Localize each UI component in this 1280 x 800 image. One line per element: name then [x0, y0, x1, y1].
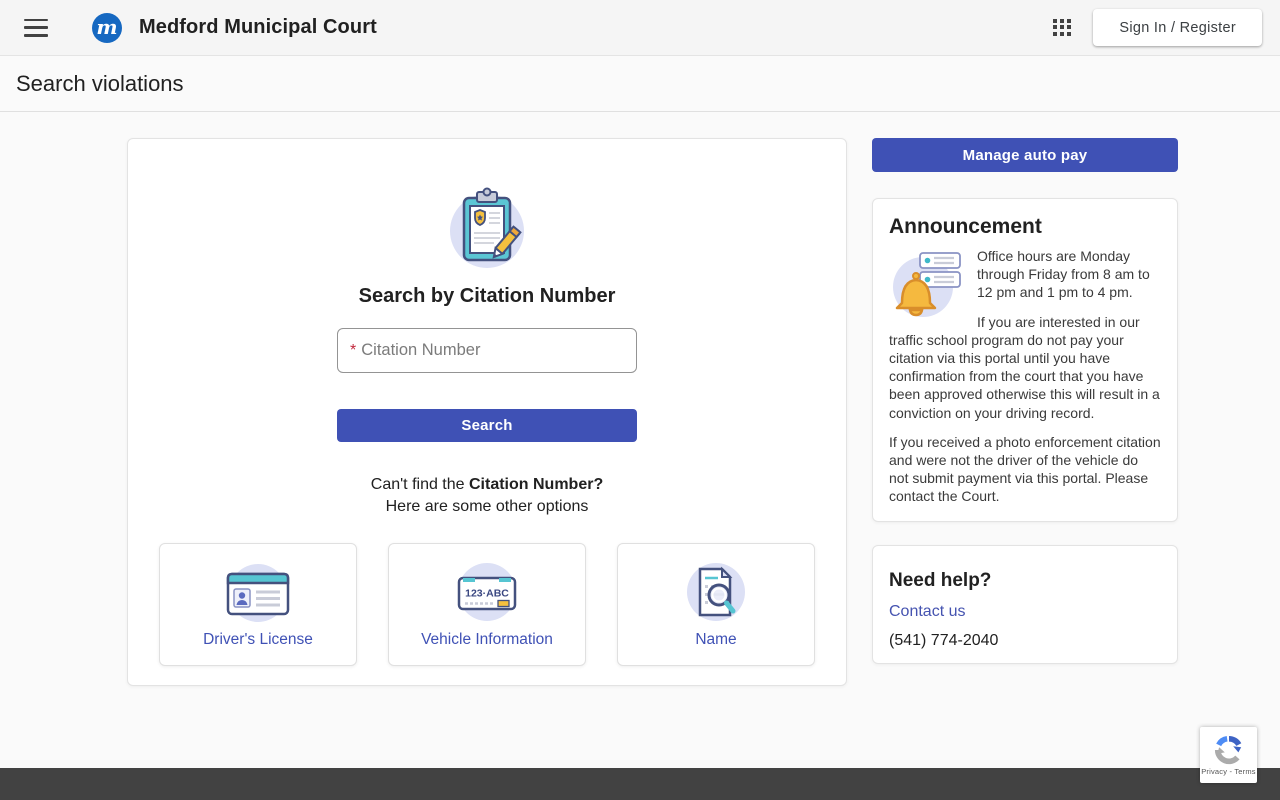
search-options-row: Driver's License 123·ABC Vehicle Informa… [128, 543, 846, 666]
app-root: m Medford Municipal Court Sign In / Regi… [0, 0, 1280, 800]
option-label-name: Name [695, 631, 736, 649]
option-card-name[interactable]: Name [617, 543, 815, 666]
recaptcha-badge[interactable]: Privacy - Terms [1200, 727, 1257, 783]
announcement-bell-icon [889, 249, 963, 319]
option-card-drivers-license[interactable]: Driver's License [159, 543, 357, 666]
recaptcha-privacy-terms[interactable]: Privacy - Terms [1201, 767, 1256, 776]
drivers-license-icon [214, 561, 302, 623]
announcement-card: Announcement [872, 198, 1178, 522]
court-logo: m [92, 13, 122, 43]
option-card-vehicle-information[interactable]: 123·ABC Vehicle Information [388, 543, 586, 666]
announcement-body: Office hours are Monday through Friday f… [889, 247, 1161, 505]
search-card: Search by Citation Number * Search Can't… [127, 138, 847, 686]
hamburger-menu-icon[interactable] [24, 19, 48, 37]
search-button[interactable]: Search [337, 409, 637, 442]
sidebar: Manage auto pay Announcement [872, 138, 1178, 686]
clipboard-citation-icon [439, 181, 535, 273]
svg-text:123·ABC: 123·ABC [465, 587, 509, 599]
page-title: Search violations [16, 71, 184, 97]
citation-number-field[interactable]: * [337, 328, 637, 373]
document-search-icon [672, 561, 760, 623]
hint-line-1: Can't find the Citation Number? [128, 476, 846, 494]
contact-us-link[interactable]: Contact us [889, 603, 965, 621]
need-help-heading: Need help? [889, 570, 1161, 592]
top-bar: m Medford Municipal Court Sign In / Regi… [0, 0, 1280, 56]
apps-grid-icon[interactable] [1053, 19, 1071, 37]
license-plate-icon: 123·ABC [443, 561, 531, 623]
hint-line-2: Here are some other options [128, 498, 846, 516]
required-asterisk: * [350, 342, 356, 360]
page-title-bar: Search violations [0, 56, 1280, 112]
search-card-heading: Search by Citation Number [128, 285, 846, 308]
recaptcha-logo-icon [1214, 735, 1244, 765]
announcement-heading: Announcement [889, 215, 1161, 239]
app-title: Medford Municipal Court [139, 16, 377, 39]
logo-letter: m [96, 17, 117, 37]
option-label-vehicle-information: Vehicle Information [421, 631, 553, 649]
citation-number-input[interactable] [361, 341, 624, 360]
footer-bar [0, 768, 1280, 800]
option-label-drivers-license: Driver's License [203, 631, 313, 649]
need-help-card: Need help? Contact us (541) 774-2040 [872, 545, 1178, 664]
manage-auto-pay-button[interactable]: Manage auto pay [872, 138, 1178, 172]
sign-in-register-button[interactable]: Sign In / Register [1093, 9, 1262, 46]
main-content: Search by Citation Number * Search Can't… [0, 112, 1280, 686]
announcement-paragraph-2: If you are interested in our traffic sch… [889, 313, 1161, 422]
announcement-paragraph-3: If you received a photo enforcement cita… [889, 433, 1161, 506]
help-phone-number: (541) 774-2040 [889, 632, 1161, 650]
